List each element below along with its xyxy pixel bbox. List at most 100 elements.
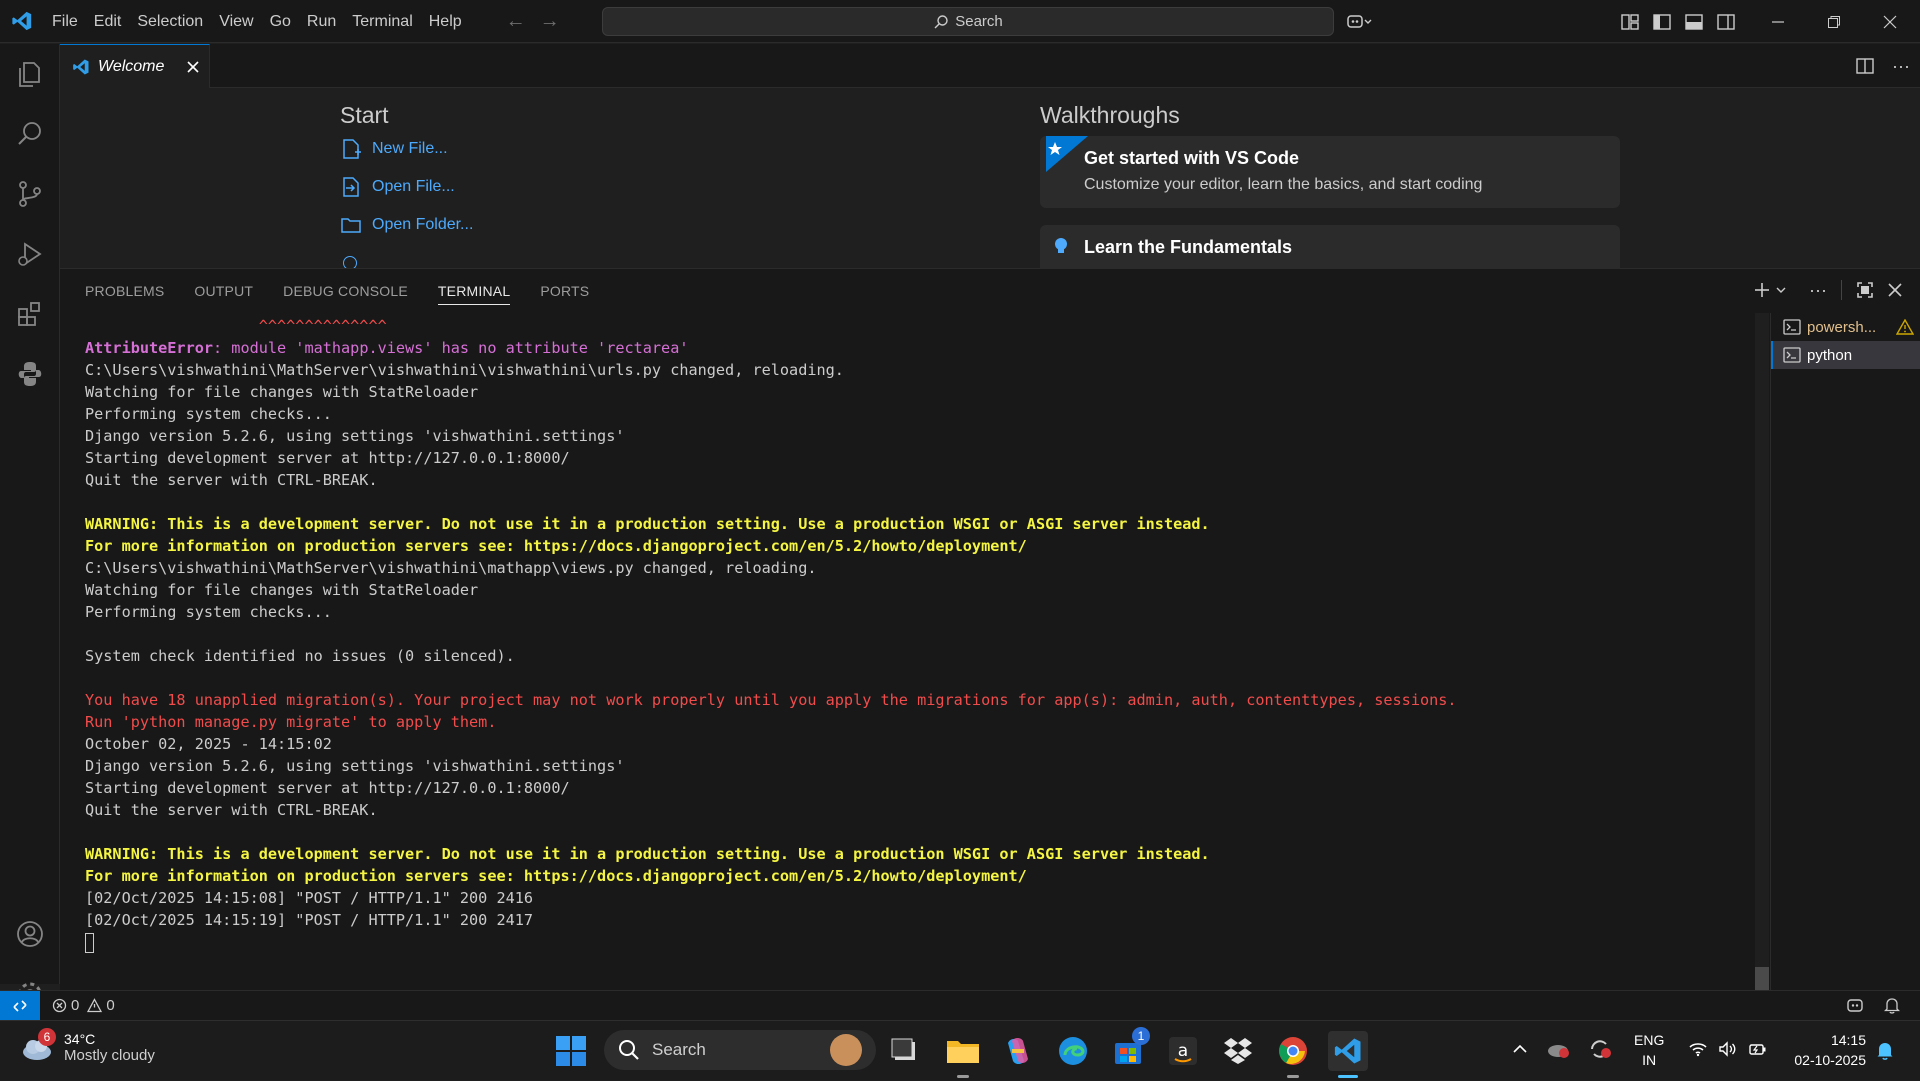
terminal-scrollbar[interactable]: [1755, 313, 1769, 993]
copilot-app-icon[interactable]: [998, 1031, 1038, 1071]
editor-actions: ···: [1856, 44, 1910, 88]
accounts-icon[interactable]: [0, 904, 60, 964]
terminal-line: October 02, 2025 - 14:15:02: [85, 735, 332, 753]
menu-selection[interactable]: Selection: [129, 0, 211, 43]
taskbar-search[interactable]: Search: [604, 1030, 876, 1070]
terminal-line: C:\Users\vishwathini\MathServer\vishwath…: [85, 559, 817, 577]
new-file-icon: [343, 139, 361, 159]
nav-arrows: ← →: [506, 10, 560, 33]
windows-start-icon[interactable]: [555, 1035, 587, 1072]
update-icon[interactable]: [1588, 1038, 1612, 1065]
problems-status[interactable]: 0 0: [52, 997, 115, 1014]
terminal-output[interactable]: ^^^^^^^^^^^^^^ AttributeError: module 'ma…: [85, 315, 1485, 995]
toggle-panel-icon[interactable]: [1678, 0, 1710, 43]
editor-area: Welcome ··· Start New File... Open File.…: [60, 44, 1920, 268]
source-control-icon[interactable]: [0, 164, 60, 224]
terminal-item-label: powersh...: [1807, 318, 1877, 336]
terminal-migration-line: Run 'python manage.py migrate' to apply …: [85, 713, 497, 731]
walkthroughs-heading: Walkthroughs: [1040, 102, 1180, 128]
python-icon[interactable]: [0, 344, 60, 404]
tab-terminal[interactable]: TERMINAL: [437, 283, 511, 305]
vscode-taskbar-icon[interactable]: [1328, 1031, 1368, 1078]
menu-terminal[interactable]: Terminal: [344, 0, 420, 43]
store-badge: 1: [1132, 1027, 1150, 1045]
new-file-link[interactable]: New File...: [340, 138, 448, 160]
toggle-primary-sidebar-icon[interactable]: [1646, 0, 1678, 43]
date: 02-10-2025: [1794, 1052, 1866, 1068]
minimize-icon[interactable]: [1750, 0, 1806, 43]
more-actions-icon[interactable]: ···: [1809, 280, 1827, 301]
battery-icon: [1748, 1041, 1768, 1062]
vscode-logo-icon: [0, 0, 44, 43]
bottom-panel: PROBLEMS OUTPUT DEBUG CONSOLE TERMINAL P…: [60, 268, 1920, 993]
tab-ports[interactable]: PORTS: [540, 283, 589, 305]
dropbox-icon[interactable]: [1218, 1031, 1258, 1071]
microsoft-store-icon[interactable]: 1: [1108, 1027, 1150, 1071]
terminal-line: ^^^^^^^^^^^^^^: [85, 317, 387, 335]
cloud-sync-icon[interactable]: [1546, 1039, 1570, 1064]
open-file-link[interactable]: Open File...: [340, 176, 455, 198]
edge-browser-icon[interactable]: [1053, 1031, 1093, 1071]
weather-widget[interactable]: 6 34°C Mostly cloudy: [20, 1028, 155, 1064]
terminal-line: Watching for file changes with StatReloa…: [85, 581, 479, 599]
menu-go[interactable]: Go: [262, 0, 299, 43]
terminal-line: C:\Users\vishwathini\MathServer\vishwath…: [85, 361, 844, 379]
vscode-tab-icon: [73, 59, 89, 74]
split-editor-icon[interactable]: [1856, 58, 1874, 74]
clock[interactable]: 14:15 02-10-2025: [1776, 1030, 1866, 1070]
chrome-icon[interactable]: [1273, 1031, 1313, 1078]
status-icons[interactable]: [1688, 1021, 1768, 1081]
chevron-down-icon[interactable]: [1775, 284, 1787, 296]
language-indicator[interactable]: ENG IN: [1634, 1030, 1664, 1070]
walkthrough-get-started[interactable]: Get started with VS Code Customize your …: [1040, 136, 1620, 208]
open-file-icon: [343, 177, 359, 197]
open-folder-link[interactable]: Open Folder...: [340, 214, 473, 236]
close-window-icon[interactable]: [1862, 0, 1918, 43]
remote-indicator-icon[interactable]: [0, 990, 40, 1021]
command-center-search[interactable]: Search: [602, 7, 1334, 36]
tab-debug-console[interactable]: DEBUG CONSOLE: [283, 283, 408, 305]
tab-problems[interactable]: PROBLEMS: [85, 283, 164, 305]
maximize-panel-icon[interactable]: [1856, 281, 1874, 299]
copilot-menu[interactable]: [1346, 0, 1374, 43]
notification-icon[interactable]: [1876, 1041, 1894, 1066]
close-tab-icon[interactable]: [187, 60, 199, 73]
task-view-icon[interactable]: [885, 1031, 925, 1071]
notifications-bell-icon[interactable]: [1883, 997, 1901, 1018]
run-debug-icon[interactable]: [0, 224, 60, 284]
terminal-prompt: [85, 931, 1485, 953]
search-sidebar-icon[interactable]: [0, 104, 60, 164]
menu-run[interactable]: Run: [299, 0, 344, 43]
walkthrough-fundamentals[interactable]: Learn the Fundamentals: [1040, 225, 1620, 268]
forward-arrow-icon[interactable]: →: [540, 10, 560, 33]
menu-view[interactable]: View: [211, 0, 261, 43]
open-folder-label: Open Folder...: [372, 216, 474, 233]
explorer-icon[interactable]: [0, 44, 60, 104]
chevron-up-icon[interactable]: [1512, 1042, 1528, 1060]
restore-icon[interactable]: [1806, 0, 1862, 43]
file-explorer-icon[interactable]: [943, 1031, 983, 1078]
back-arrow-icon[interactable]: ←: [506, 10, 526, 33]
terminal-item-python[interactable]: python: [1771, 341, 1920, 369]
menu-edit[interactable]: Edit: [86, 0, 130, 43]
tab-output[interactable]: OUTPUT: [194, 283, 253, 305]
copilot-status-icon[interactable]: [1846, 997, 1864, 1017]
amazon-icon[interactable]: a: [1163, 1031, 1203, 1071]
terminal-item-powershell[interactable]: powersh...: [1771, 313, 1920, 341]
menu-file[interactable]: File: [44, 0, 86, 43]
start-heading: Start: [340, 102, 389, 128]
extensions-icon[interactable]: [0, 284, 60, 344]
close-panel-icon[interactable]: [1888, 283, 1902, 297]
more-actions-icon[interactable]: ···: [1892, 56, 1910, 77]
panel-actions: ···: [1753, 277, 1902, 303]
customize-layout-icon[interactable]: [1614, 0, 1646, 43]
new-terminal-icon[interactable]: [1753, 281, 1771, 299]
tab-welcome[interactable]: Welcome: [60, 44, 210, 88]
menu-help[interactable]: Help: [421, 0, 470, 43]
toggle-secondary-sidebar-icon[interactable]: [1710, 0, 1742, 43]
search-icon: [934, 14, 948, 28]
warning-icon: [1896, 319, 1914, 335]
terminal-line: AttributeError: module 'mathapp.views' h…: [85, 337, 1485, 359]
